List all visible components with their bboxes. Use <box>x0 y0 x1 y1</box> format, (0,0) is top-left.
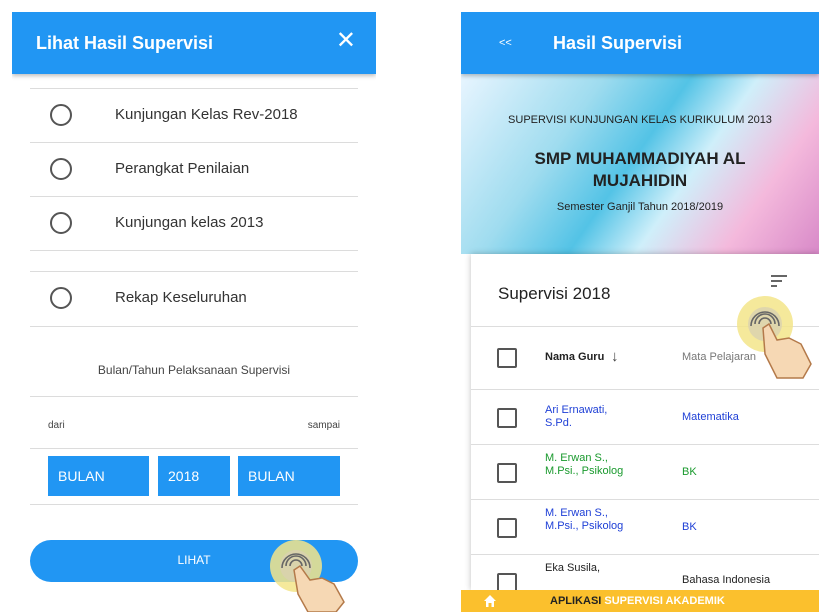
subject: Bahasa Indonesia <box>682 574 771 586</box>
table-row[interactable]: Ari Ernawati, S.Pd. Matematika <box>471 391 819 445</box>
divider <box>30 250 358 251</box>
teacher-name: Ari Ernawati, S.Pd. <box>545 404 608 429</box>
right-app-bar: << Hasil Supervisi <box>461 12 819 74</box>
year-select[interactable]: 2018 <box>158 456 230 496</box>
option-perangkat-penilaian[interactable]: Perangkat Penilaian <box>30 142 358 196</box>
sort-arrow-down-icon[interactable]: ↓ <box>611 348 619 365</box>
radio-unchecked-icon[interactable] <box>50 287 72 309</box>
subject: BK <box>682 466 697 478</box>
bottom-bar: APLIKASI SUPERVISI AKADEMIK <box>461 590 819 612</box>
close-icon[interactable]: ✕ <box>336 29 356 53</box>
banner-subtitle: SUPERVISI KUNJUNGAN KELAS KURIKULUM 2013 <box>508 114 772 126</box>
subject: BK <box>682 521 697 533</box>
header-banner: SUPERVISI KUNJUNGAN KELAS KURIKULUM 2013… <box>461 74 819 254</box>
table-row[interactable]: M. Erwan S., M.Psi., Psikolog BK <box>471 446 819 500</box>
radio-unchecked-icon[interactable] <box>50 104 72 126</box>
dialog-title: Lihat Hasil Supervisi <box>36 33 214 53</box>
to-label: sampai <box>307 420 340 431</box>
row-checkbox[interactable] <box>497 518 517 538</box>
period-label: Bulan/Tahun Pelaksanaan Supervisi <box>97 363 291 377</box>
home-icon[interactable] <box>483 594 497 608</box>
table-row[interactable]: Eka Susila, Bahasa Indonesia <box>471 556 819 590</box>
table-row[interactable]: M. Erwan S., M.Psi., Psikolog BK <box>471 501 819 555</box>
row-checkbox[interactable] <box>497 573 517 590</box>
option-kunjungan-rev2018[interactable]: Kunjungan Kelas Rev-2018 <box>30 88 358 142</box>
option-label: Rekap Keseluruhan <box>115 289 247 306</box>
back-button[interactable]: << <box>499 37 512 49</box>
option-rekap-keseluruhan[interactable]: Rekap Keseluruhan <box>30 271 358 325</box>
option-label: Perangkat Penilaian <box>115 160 250 177</box>
divider <box>30 396 358 397</box>
teacher-name: M. Erwan S., M.Psi., Psikolog <box>545 507 624 532</box>
divider <box>30 448 358 449</box>
row-checkbox[interactable] <box>497 408 517 428</box>
column-nama-guru[interactable]: Nama Guru <box>545 351 604 363</box>
teacher-name: M. Erwan S., M.Psi., Psikolog <box>545 452 624 477</box>
option-label: Kunjungan kelas 2013 <box>115 214 264 231</box>
subject: Matematika <box>682 411 739 423</box>
teacher-name: Eka Susila, <box>545 562 601 574</box>
divider <box>30 326 358 327</box>
from-label: dari <box>48 420 65 431</box>
radio-unchecked-icon[interactable] <box>50 158 72 180</box>
row-checkbox[interactable] <box>497 463 517 483</box>
tap-hand-icon <box>737 296 812 379</box>
left-screen: Lihat Hasil Supervisi ✕ Kunjungan Kelas … <box>12 12 376 612</box>
left-app-bar: Lihat Hasil Supervisi ✕ <box>12 12 376 74</box>
option-kunjungan-2013[interactable]: Kunjungan kelas 2013 <box>30 196 358 250</box>
footer-word-supervisi: SUPERVISI AKADEMIK <box>604 595 725 607</box>
semester-label: Semester Ganjil Tahun 2018/2019 <box>556 201 724 213</box>
page-title: Hasil Supervisi <box>553 33 683 53</box>
right-screen: << Hasil Supervisi SUPERVISI KUNJUNGAN K… <box>461 12 819 612</box>
tap-hand-icon <box>270 540 345 612</box>
card-title: Supervisi 2018 <box>498 284 611 303</box>
select-all-checkbox[interactable] <box>497 348 517 368</box>
month-from-select[interactable]: BULAN <box>48 456 149 496</box>
school-name: SMP MUHAMMADIYAH AL MUJAHIDIN <box>534 149 746 190</box>
footer-label: APLIKASI SUPERVISI AKADEMIK <box>550 595 725 607</box>
radio-unchecked-icon[interactable] <box>50 212 72 234</box>
month-to-select[interactable]: BULAN <box>238 456 340 496</box>
divider <box>30 504 358 505</box>
footer-word-aplikasi: APLIKASI <box>550 595 602 607</box>
option-label: Kunjungan Kelas Rev-2018 <box>115 106 298 123</box>
